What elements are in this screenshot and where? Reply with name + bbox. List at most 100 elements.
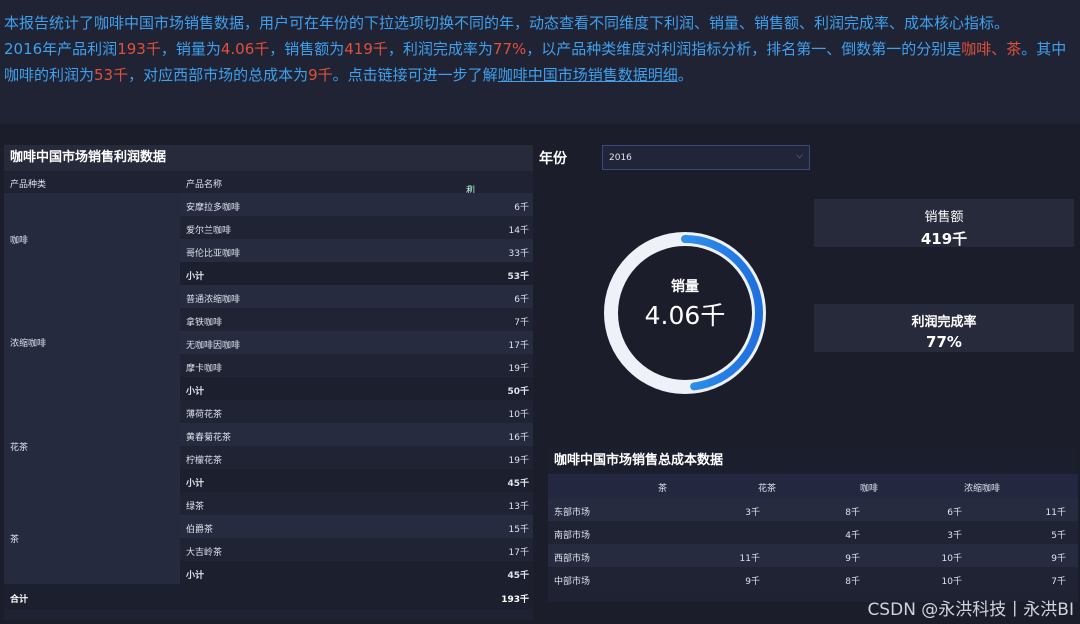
profit-value: 10千 xyxy=(508,410,529,420)
col-header[interactable]: 咖啡 xyxy=(860,481,878,494)
category-cell: 咖啡 xyxy=(4,193,180,285)
kpi-rate-label: 利润完成率 xyxy=(911,315,977,330)
year-select[interactable]: 2016 ⌵ xyxy=(602,145,810,170)
cost-value: 8千 xyxy=(845,508,860,518)
summary-line-2: 2016年产品利润193千，销量为4.06千，销售额为419千，利润完成率为77… xyxy=(4,36,1076,88)
summary-coffee-profit: 53千 xyxy=(94,66,129,84)
subtotal-row: 小计 45千 xyxy=(180,469,533,492)
table-row: 西部市场 11千 9千 10千 9千 xyxy=(548,544,1078,567)
summary-line-1: 本报告统计了咖啡中国市场销售数据，用户可在年份的下拉选项切换不同的年，动态查看不… xyxy=(4,14,1010,32)
col-header[interactable]: 花茶 xyxy=(758,481,776,494)
cost-value: 9千 xyxy=(845,554,860,564)
product-name: 无咖啡因咖啡 xyxy=(186,341,241,351)
product-name: 大吉岭茶 xyxy=(186,548,223,558)
cost-value: 7千 xyxy=(1051,577,1066,587)
cost-value: 5千 xyxy=(1051,531,1066,541)
product-name: 小计 xyxy=(186,571,205,581)
profit-value: 6千 xyxy=(514,295,529,305)
kpi-sales-label: 销售额 xyxy=(924,210,964,225)
cost-value: 3千 xyxy=(947,531,962,541)
product-name: 普通浓缩咖啡 xyxy=(186,295,241,305)
total-value: 193千 xyxy=(501,595,529,605)
profit-value: 45千 xyxy=(507,479,529,489)
profit-value: 15千 xyxy=(508,525,529,535)
total-row: 合计 193千 xyxy=(4,584,533,609)
product-name: 哥伦比亚咖啡 xyxy=(186,249,241,259)
cost-value: 6千 xyxy=(947,508,962,518)
profit-value: 14千 xyxy=(508,226,529,236)
subtotal-row: 小计 50千 xyxy=(180,377,533,400)
cost-value: 10千 xyxy=(941,577,962,587)
table-row: 爱尔兰咖啡 14千 xyxy=(180,216,533,239)
col-header-category[interactable]: 产品种类 xyxy=(10,177,46,190)
product-name: 绿茶 xyxy=(186,502,205,512)
detail-link[interactable]: 咖啡中国市场销售数据明细 xyxy=(498,66,678,84)
table-row: 伯爵茶 15千 xyxy=(180,515,533,538)
product-name: 小计 xyxy=(186,272,205,282)
product-name: 小计 xyxy=(186,387,205,397)
profit-value: 16千 xyxy=(508,433,529,443)
table-row: 东部市场 3千 8千 6千 11千 xyxy=(548,498,1078,521)
market-name: 中部市场 xyxy=(554,577,591,587)
kpi-sales-card: 销售额 419千 xyxy=(814,199,1074,248)
table-row: 薄荷花茶 10千 xyxy=(180,400,533,423)
category-cell: 浓缩咖啡 xyxy=(4,285,180,400)
subtotal-row: 小计 45千 xyxy=(180,561,533,584)
table-row: 无咖啡因咖啡 17千 xyxy=(180,331,533,354)
product-name: 摩卡咖啡 xyxy=(186,364,223,374)
market-name: 东部市场 xyxy=(554,508,591,518)
summary-west-cost: 9千 xyxy=(308,66,333,84)
cost-value: 11千 xyxy=(739,554,760,564)
table-row: 普通浓缩咖啡 6千 xyxy=(180,285,533,308)
cost-table-body: 茶花茶 咖啡 浓缩咖啡 东部市场 3千 8千 6千 11千 南部市场 4千 3千 5千 西部市场 11千 9… xyxy=(548,474,1078,590)
product-name: 小计 xyxy=(186,479,205,489)
summary-text: ，利润完成率为 xyxy=(387,40,493,58)
table-row: 安摩拉多咖啡 6千 xyxy=(180,193,533,216)
category-cell: 茶 xyxy=(4,492,180,584)
profit-value: 7千 xyxy=(514,318,529,328)
market-name: 南部市场 xyxy=(554,531,591,541)
year-filter-label: 年份 xyxy=(539,151,567,167)
cost-value: 9千 xyxy=(745,577,760,587)
table-row: 南部市场 4千 3千 5千 xyxy=(548,521,1078,544)
table-row: 摩卡咖啡 19千 xyxy=(180,354,533,377)
kpi-rate-value: 77% xyxy=(926,333,962,351)
profit-table: 咖啡中国市场销售利润数据 产品种类 产品名称 利润_总和 ↑ 安摩拉多咖啡6千爱… xyxy=(4,145,533,620)
summary-text: ，以产品种类维度对利润指标分析，排名第一、倒数第一的分别是 xyxy=(526,40,962,58)
kpi-rate-card: 利润完成率 77% xyxy=(814,304,1074,352)
col-header-product[interactable]: 产品名称 xyxy=(186,177,222,190)
summary-sales: 419千 xyxy=(344,40,388,58)
gauge-title: 销量 xyxy=(671,279,699,295)
product-name: 拿铁咖啡 xyxy=(186,318,223,328)
table-row: 柠檬花茶 19千 xyxy=(180,446,533,469)
profit-value: 17千 xyxy=(508,341,529,351)
cost-value: 11千 xyxy=(1045,508,1066,518)
profit-value: 19千 xyxy=(508,456,529,466)
profit-table-title: 咖啡中国市场销售利润数据 xyxy=(4,145,533,171)
product-name: 黄春菊花茶 xyxy=(186,433,232,443)
col-header[interactable]: 浓缩咖啡 xyxy=(964,481,1000,494)
table-row: 中部市场 9千 8千 10千 7千 xyxy=(548,567,1078,590)
summary-text: 。 xyxy=(677,66,693,84)
summary-text: ，对应西部市场的总成本为 xyxy=(128,66,309,84)
profit-value: 53千 xyxy=(507,272,529,282)
chevron-down-icon[interactable]: ⌵ xyxy=(796,151,803,161)
report-summary: 本报告统计了咖啡中国市场销售数据，用户可在年份的下拉选项切换不同的年，动态查看不… xyxy=(0,0,1080,124)
table-row: 哥伦比亚咖啡 33千 xyxy=(180,239,533,262)
year-select-value: 2016 xyxy=(609,153,632,163)
summary-text: 。点击链接可进一步了解 xyxy=(332,66,498,84)
cost-value: 4千 xyxy=(845,531,860,541)
cost-value: 8千 xyxy=(845,577,860,587)
cost-table-title: 咖啡中国市场销售总成本数据 xyxy=(548,448,1078,474)
profit-value: 17千 xyxy=(508,548,529,558)
table-row: 绿茶 13千 xyxy=(180,492,533,515)
col-header[interactable]: 茶 xyxy=(658,481,667,494)
profit-value: 45千 xyxy=(507,571,529,581)
summary-top-bottom: 咖啡、茶 xyxy=(961,40,1022,58)
profit-value: 50千 xyxy=(507,387,529,397)
cost-value: 10千 xyxy=(941,554,962,564)
profit-value: 6千 xyxy=(514,203,529,213)
volume-gauge: 销量 4.06千 xyxy=(600,228,770,398)
watermark: CSDN @永洪科技丨永洪BI xyxy=(867,600,1074,620)
summary-volume: 4.06千 xyxy=(220,40,270,58)
